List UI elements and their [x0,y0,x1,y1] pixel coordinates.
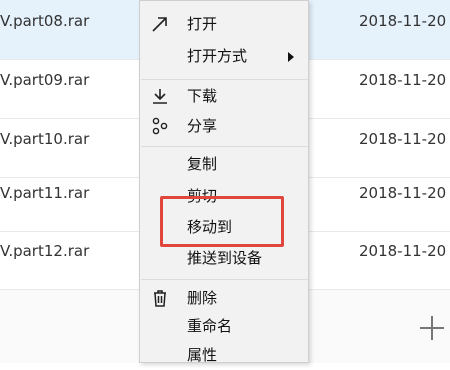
file-date: 2018-11-20 [359,242,447,260]
menu-item-open-with[interactable]: 打开方式 [140,42,308,71]
menu-item-copy[interactable]: 复制 [140,150,308,179]
file-name: V.part09.rar [0,71,90,89]
menu-separator [141,146,308,147]
context-menu: 打开 打开方式 下载 分享 复制 剪切 移动到 推送到设备 删除 重命名 属性 [139,0,309,364]
menu-item-share[interactable]: 分享 [140,112,308,141]
menu-separator [141,79,308,80]
menu-item-properties[interactable]: 属性 [140,341,308,370]
menu-item-download[interactable]: 下载 [140,82,308,111]
menu-item-label: 打开方式 [187,47,248,65]
menu-item-open[interactable]: 打开 [140,10,308,39]
menu-item-push-to-device[interactable]: 推送到设备 [140,244,308,273]
menu-item-label: 分享 [187,117,218,135]
menu-item-label: 推送到设备 [187,249,263,267]
file-name: V.part12.rar [0,242,90,260]
file-date: 2018-11-20 [359,130,447,148]
file-name: V.part11.rar [0,184,90,202]
file-name: V.part08.rar [0,12,90,30]
menu-item-rename[interactable]: 重命名 [140,312,308,341]
menu-item-delete[interactable]: 删除 [140,284,308,313]
menu-item-label: 打开 [187,15,218,33]
menu-item-label: 下载 [187,87,218,105]
file-date: 2018-11-20 [359,184,447,202]
menu-item-label: 复制 [187,155,218,173]
menu-item-label: 属性 [187,346,218,364]
share-icon [150,116,170,136]
file-date: 2018-11-20 [359,71,447,89]
menu-item-label: 重命名 [187,317,233,335]
cross-marker-icon [420,316,444,340]
trash-icon [150,288,170,308]
arrow-up-right-icon [150,14,170,34]
file-date: 2018-11-20 [359,12,447,30]
highlight-annotation-box [160,196,284,247]
menu-item-label: 删除 [187,289,218,307]
menu-separator [141,279,308,280]
download-icon [150,86,170,106]
file-name: V.part10.rar [0,130,90,148]
submenu-arrow-icon [288,52,294,62]
